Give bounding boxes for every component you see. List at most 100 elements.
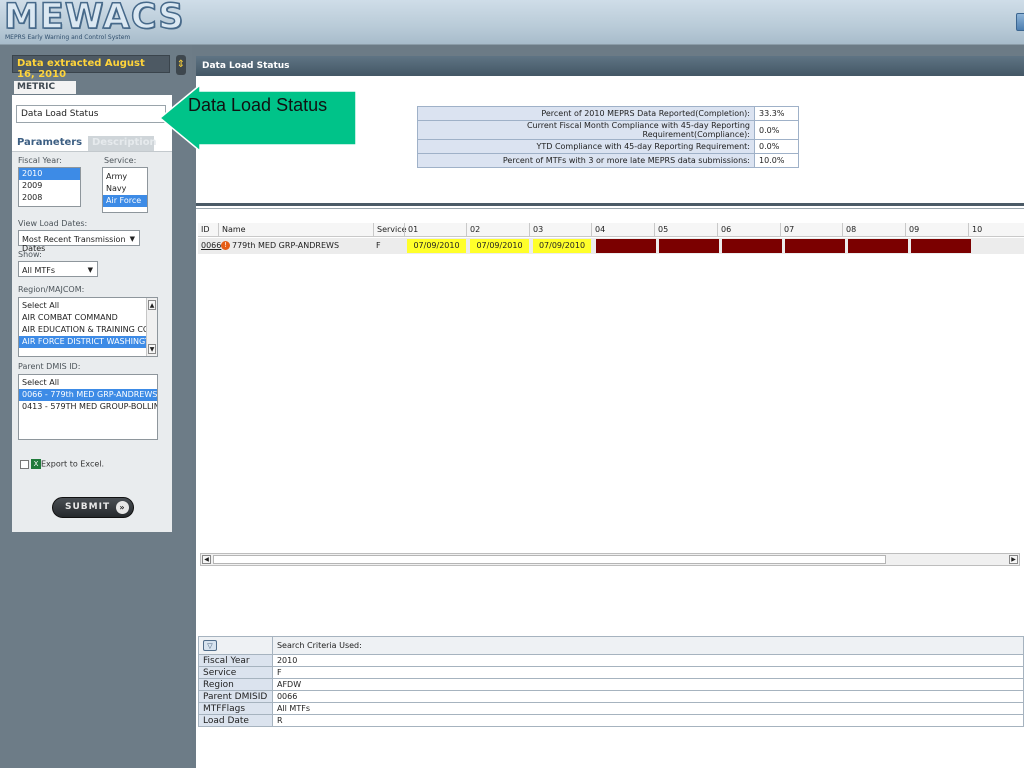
stat-label: YTD Compliance with 45-day Reporting Req… bbox=[417, 139, 755, 154]
export-checkbox[interactable] bbox=[20, 459, 29, 469]
table-row: Percent of MTFs with 3 or more late MEPR… bbox=[417, 153, 799, 168]
scroll-up-icon[interactable]: ▲ bbox=[148, 300, 156, 310]
list-item[interactable]: Air Force bbox=[103, 195, 147, 207]
scroll-left-icon[interactable]: ◀ bbox=[202, 555, 211, 564]
column-header[interactable]: 07 bbox=[780, 223, 842, 237]
criteria-key: Fiscal Year bbox=[198, 654, 273, 667]
criteria-title: Search Criteria Used: bbox=[271, 636, 1024, 655]
criteria-value: 0066 bbox=[271, 690, 1024, 703]
criteria-value: All MTFs bbox=[271, 702, 1024, 715]
export-label: Export to Excel. bbox=[41, 459, 105, 469]
month-cell-07 bbox=[785, 239, 845, 253]
collapse-sidebar-icon[interactable]: ⇕ bbox=[176, 55, 186, 75]
main-content: Data Load Status Percent of 2010 MEPRS D… bbox=[196, 56, 1024, 768]
column-header[interactable]: Name bbox=[218, 223, 373, 237]
chevron-down-icon: ▼ bbox=[87, 266, 93, 274]
search-criteria-table: ▽ Search Criteria Used: Fiscal Year 2010… bbox=[198, 636, 1024, 727]
summary-stats-table: Percent of 2010 MEPRS Data Reported(Comp… bbox=[417, 106, 799, 168]
scrollbar-thumb[interactable] bbox=[213, 555, 886, 564]
criteria-value: R bbox=[271, 714, 1024, 727]
table-row[interactable]: 0066 ! 779th MED GRP-ANDREWS F 07/09/2010… bbox=[198, 238, 1024, 254]
list-item[interactable]: 2010 bbox=[19, 168, 80, 180]
region-label: Region/MAJCOM: bbox=[18, 285, 85, 294]
tab-description[interactable]: Description bbox=[88, 136, 157, 151]
arrow-right-icon: » bbox=[116, 501, 129, 514]
column-header[interactable]: ID bbox=[198, 223, 218, 237]
column-header[interactable]: 01 bbox=[404, 223, 466, 237]
collapse-icon[interactable]: ▽ bbox=[203, 640, 217, 651]
region-list-scrollbar[interactable]: ▲ ▼ bbox=[146, 298, 157, 356]
submit-label: SUBMIT bbox=[65, 502, 111, 512]
callout-arrow-shape bbox=[158, 83, 357, 153]
list-item[interactable]: Select All bbox=[19, 300, 157, 312]
view-load-dates-select[interactable]: Most Recent Transmission Dates ▼ bbox=[18, 230, 140, 253]
criteria-key: Parent DMISID bbox=[198, 690, 273, 703]
table-row: Service F bbox=[198, 666, 1024, 679]
column-header[interactable]: Service bbox=[373, 223, 407, 237]
list-item[interactable]: 2009 bbox=[19, 180, 80, 192]
criteria-toggle-cell[interactable]: ▽ bbox=[198, 636, 273, 655]
month-cell-05 bbox=[659, 239, 719, 253]
table-row: Percent of 2010 MEPRS Data Reported(Comp… bbox=[417, 106, 799, 121]
column-header[interactable]: 09 bbox=[905, 223, 968, 237]
parent-dmis-label: Parent DMIS ID: bbox=[18, 362, 81, 371]
month-cell-08 bbox=[848, 239, 908, 253]
app-logo-subtitle: MEPRS Early Warning and Control System bbox=[5, 34, 131, 41]
show-select[interactable]: All MTFs ▼ bbox=[18, 261, 98, 277]
list-item[interactable]: 0413 - 579TH MED GROUP-BOLLING bbox=[19, 401, 157, 413]
table-row: Load Date R bbox=[198, 714, 1024, 727]
stat-label: Current Fiscal Month Compliance with 45-… bbox=[417, 120, 755, 140]
list-item[interactable]: Navy bbox=[103, 183, 147, 195]
page-title: Data Load Status bbox=[196, 56, 1024, 76]
table-row: MTFFlags All MTFs bbox=[198, 702, 1024, 715]
submit-button[interactable]: SUBMIT » bbox=[52, 497, 134, 518]
criteria-key: Service bbox=[198, 666, 273, 679]
row-id[interactable]: 0066 bbox=[198, 239, 221, 253]
section-divider bbox=[196, 203, 1024, 206]
criteria-key: Load Date bbox=[198, 714, 273, 727]
column-header[interactable]: 03 bbox=[529, 223, 591, 237]
column-header[interactable]: 06 bbox=[717, 223, 780, 237]
column-header[interactable]: 10 bbox=[968, 223, 1024, 237]
month-cell-03: 07/09/2010 bbox=[533, 239, 591, 253]
parent-dmis-list[interactable]: Select All 0066 - 779th MED GRP-ANDREWS … bbox=[18, 374, 158, 440]
table-row: Fiscal Year 2010 bbox=[198, 654, 1024, 667]
tab-parameters[interactable]: Parameters bbox=[15, 135, 85, 151]
stat-label: Percent of 2010 MEPRS Data Reported(Comp… bbox=[417, 106, 755, 121]
region-list[interactable]: Select All AIR COMBAT COMMAND AIR EDUCAT… bbox=[18, 297, 158, 357]
list-item[interactable]: AIR EDUCATION & TRAINING COMMAND bbox=[19, 324, 157, 336]
sidebar: Data extracted August 16, 2010 ⇕ METRIC … bbox=[0, 45, 192, 768]
list-item[interactable]: Select All bbox=[19, 377, 157, 389]
data-extracted-banner: Data extracted August 16, 2010 bbox=[12, 55, 170, 80]
service-list[interactable]: Army Navy Air Force bbox=[102, 167, 148, 213]
list-item[interactable]: AIR FORCE DISTRICT WASHINGTON bbox=[19, 336, 157, 348]
list-item[interactable]: 2008 bbox=[19, 192, 80, 204]
show-label: Show: bbox=[18, 250, 42, 259]
service-label: Service: bbox=[104, 156, 137, 165]
fiscal-year-list[interactable]: 2010 2009 2008 bbox=[18, 167, 81, 207]
view-load-dates-label: View Load Dates: bbox=[18, 219, 88, 228]
grid-header: ID Name Service 01 02 03 04 05 06 07 08 … bbox=[198, 223, 1024, 237]
column-header[interactable]: 05 bbox=[654, 223, 717, 237]
column-header[interactable]: 02 bbox=[466, 223, 529, 237]
export-to-excel[interactable]: X Export to Excel. bbox=[20, 459, 104, 469]
sidebar-panel: Data Load Status Parameters Description … bbox=[12, 95, 172, 532]
criteria-value: 2010 bbox=[271, 654, 1024, 667]
column-header[interactable]: 04 bbox=[591, 223, 654, 237]
metric-label: METRIC bbox=[14, 81, 76, 94]
list-item[interactable]: Army bbox=[103, 171, 147, 183]
criteria-key: Region bbox=[198, 678, 273, 691]
scroll-down-icon[interactable]: ▼ bbox=[148, 344, 156, 354]
table-row: Region AFDW bbox=[198, 678, 1024, 691]
scroll-right-icon[interactable]: ▶ bbox=[1009, 555, 1018, 564]
window-icon[interactable] bbox=[1016, 13, 1024, 31]
stat-value: 0.0% bbox=[754, 120, 799, 140]
list-item[interactable]: 0066 - 779th MED GRP-ANDREWS bbox=[19, 389, 157, 401]
column-header[interactable]: 08 bbox=[842, 223, 905, 237]
row-name-cell[interactable]: ! 779th MED GRP-ANDREWS bbox=[218, 239, 373, 253]
grid-horizontal-scrollbar[interactable]: ◀ ▶ bbox=[200, 553, 1020, 566]
section-divider bbox=[196, 208, 1024, 209]
list-item[interactable]: AIR COMBAT COMMAND bbox=[19, 312, 157, 324]
metric-select[interactable]: Data Load Status bbox=[16, 105, 166, 123]
stat-value: 33.3% bbox=[754, 106, 799, 121]
